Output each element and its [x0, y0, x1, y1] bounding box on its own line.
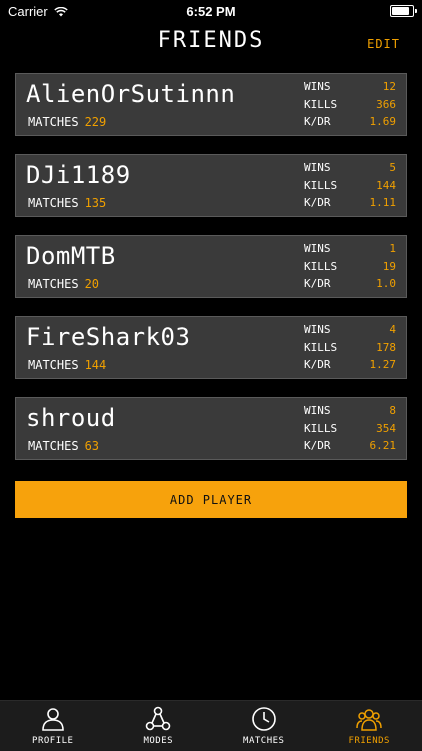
tab-label: FRIENDS — [349, 736, 390, 746]
player-name: shroud — [26, 404, 116, 432]
matches-value: 20 — [85, 277, 99, 291]
kd-value: 1.11 — [370, 196, 397, 209]
page-title: FRIENDS — [0, 28, 422, 53]
matches-label: MATCHES — [28, 115, 79, 129]
kd-row: K/DR 1.0 — [304, 275, 396, 293]
kills-value: 178 — [376, 341, 396, 354]
tab-modes[interactable]: MODES — [106, 701, 212, 751]
clock: 6:52 PM — [0, 4, 422, 19]
wins-row: WINS 12 — [304, 78, 396, 96]
wins-row: WINS 5 — [304, 159, 396, 177]
kills-label: KILLS — [304, 179, 337, 192]
tab-label: PROFILE — [32, 736, 73, 746]
friends-list: AlienOrSutinnn MATCHES 229 WINS 12 KILLS 366 K/… — [15, 73, 407, 478]
wins-row: WINS 4 — [304, 321, 396, 339]
wins-label: WINS — [304, 80, 331, 93]
kd-label: K/DR — [304, 277, 331, 290]
matches-label: MATCHES — [28, 439, 79, 453]
kd-value: 6.21 — [370, 439, 397, 452]
matches-count: MATCHES 135 — [28, 196, 106, 210]
kills-label: KILLS — [304, 341, 337, 354]
kd-value: 1.69 — [370, 115, 397, 128]
status-bar: Carrier 6:52 PM — [0, 0, 422, 22]
wins-label: WINS — [304, 323, 331, 336]
tab-profile[interactable]: PROFILE — [0, 701, 106, 751]
kills-value: 366 — [376, 98, 396, 111]
group-icon — [356, 706, 382, 732]
kills-value: 144 — [376, 179, 396, 192]
wins-row: WINS 8 — [304, 402, 396, 420]
wins-value: 5 — [389, 161, 396, 174]
clock-icon — [251, 706, 277, 732]
player-name: DJi1189 — [26, 161, 131, 189]
wins-row: WINS 1 — [304, 240, 396, 258]
friend-card[interactable]: DomMTB MATCHES 20 WINS 1 KILLS 19 K/DR 1.0 — [15, 235, 407, 298]
kills-label: KILLS — [304, 98, 337, 111]
wins-label: WINS — [304, 242, 331, 255]
wins-value: 8 — [389, 404, 396, 417]
matches-label: MATCHES — [28, 277, 79, 291]
nodes-icon — [145, 706, 171, 732]
add-player-button[interactable]: ADD PLAYER — [15, 481, 407, 518]
friend-card[interactable]: FireShark03 MATCHES 144 WINS 4 KILLS 178 K/DR 1.… — [15, 316, 407, 379]
kills-row: KILLS 19 — [304, 258, 396, 276]
stats-block: WINS 5 KILLS 144 K/DR 1.11 — [304, 159, 396, 212]
matches-value: 135 — [85, 196, 107, 210]
stats-block: WINS 8 KILLS 354 K/DR 6.21 — [304, 402, 396, 455]
matches-value: 63 — [85, 439, 99, 453]
stats-block: WINS 4 KILLS 178 K/DR 1.27 — [304, 321, 396, 374]
matches-value: 144 — [85, 358, 107, 372]
wins-label: WINS — [304, 161, 331, 174]
kills-value: 19 — [383, 260, 396, 273]
kd-label: K/DR — [304, 115, 331, 128]
matches-count: MATCHES 20 — [28, 277, 99, 291]
kills-label: KILLS — [304, 260, 337, 273]
wins-value: 1 — [389, 242, 396, 255]
kd-row: K/DR 1.69 — [304, 113, 396, 131]
edit-button[interactable]: EDIT — [367, 37, 400, 51]
matches-label: MATCHES — [28, 358, 79, 372]
kills-value: 354 — [376, 422, 396, 435]
wins-label: WINS — [304, 404, 331, 417]
kd-label: K/DR — [304, 439, 331, 452]
kills-row: KILLS 354 — [304, 420, 396, 438]
matches-count: MATCHES 63 — [28, 439, 99, 453]
player-name: DomMTB — [26, 242, 116, 270]
matches-count: MATCHES 229 — [28, 115, 106, 129]
kills-row: KILLS 144 — [304, 177, 396, 195]
tab-matches[interactable]: MATCHES — [211, 701, 317, 751]
friend-card[interactable]: DJi1189 MATCHES 135 WINS 5 KILLS 144 K/DR 1.11 — [15, 154, 407, 217]
matches-label: MATCHES — [28, 196, 79, 210]
matches-count: MATCHES 144 — [28, 358, 106, 372]
kd-row: K/DR 6.21 — [304, 437, 396, 455]
nav-header: FRIENDS EDIT — [0, 24, 422, 64]
matches-value: 229 — [85, 115, 107, 129]
kd-row: K/DR 1.11 — [304, 194, 396, 212]
friend-card[interactable]: shroud MATCHES 63 WINS 8 KILLS 354 K/DR 6.21 — [15, 397, 407, 460]
kd-label: K/DR — [304, 358, 331, 371]
player-name: FireShark03 — [26, 323, 190, 351]
kills-label: KILLS — [304, 422, 337, 435]
kd-value: 1.0 — [376, 277, 396, 290]
stats-block: WINS 1 KILLS 19 K/DR 1.0 — [304, 240, 396, 293]
tab-label: MODES — [143, 736, 173, 746]
wins-value: 12 — [383, 80, 396, 93]
kd-value: 1.27 — [370, 358, 397, 371]
kills-row: KILLS 178 — [304, 339, 396, 357]
tab-label: MATCHES — [243, 736, 284, 746]
battery-level — [392, 7, 409, 15]
player-name: AlienOrSutinnn — [26, 80, 235, 108]
battery-icon — [390, 5, 414, 17]
friend-card[interactable]: AlienOrSutinnn MATCHES 229 WINS 12 KILLS 366 K/… — [15, 73, 407, 136]
kills-row: KILLS 366 — [304, 96, 396, 114]
stats-block: WINS 12 KILLS 366 K/DR 1.69 — [304, 78, 396, 131]
battery-indicator — [390, 5, 414, 17]
tab-bar: PROFILE MODES MATCHES FRIENDS — [0, 700, 422, 751]
wins-value: 4 — [389, 323, 396, 336]
tab-friends[interactable]: FRIENDS — [317, 701, 422, 751]
person-icon — [40, 706, 66, 732]
kd-label: K/DR — [304, 196, 331, 209]
kd-row: K/DR 1.27 — [304, 356, 396, 374]
